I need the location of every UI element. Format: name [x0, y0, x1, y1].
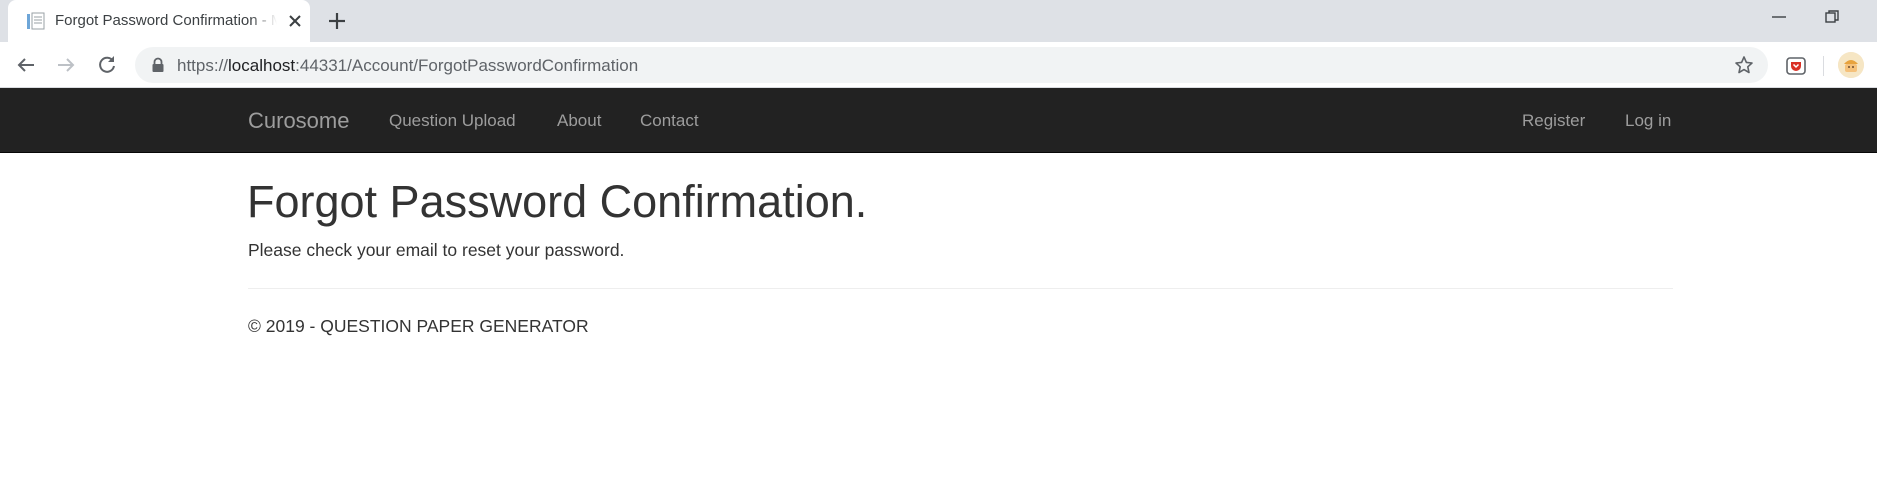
bookmark-star-icon[interactable]: [1734, 55, 1754, 75]
minimize-icon[interactable]: [1770, 8, 1788, 26]
toolbar-separator: [1823, 56, 1824, 76]
url-text[interactable]: https://localhost:44331/Account/ForgotPa…: [177, 56, 638, 76]
pocket-extension-icon[interactable]: [1785, 55, 1807, 77]
url-host: localhost: [228, 56, 296, 75]
browser-tab[interactable]: Forgot Password Confirmation - M: [8, 0, 310, 42]
avatar-icon: [1838, 52, 1864, 78]
close-icon[interactable]: [286, 12, 304, 30]
footer-copyright: © 2019 - QUESTION PAPER GENERATOR: [248, 316, 589, 336]
url-path: :44331/Account/ForgotPasswordConfirmatio…: [295, 56, 639, 75]
tab-title: Forgot Password Confirmation - M: [55, 12, 277, 29]
page-title: Forgot Password Confirmation.: [247, 176, 868, 227]
nav-question-upload[interactable]: Question Upload: [389, 111, 516, 131]
nav-login[interactable]: Log in: [1625, 111, 1671, 131]
nav-register[interactable]: Register: [1522, 111, 1585, 131]
back-arrow-icon[interactable]: [14, 53, 38, 77]
nav-about[interactable]: About: [557, 111, 601, 131]
forward-arrow-icon[interactable]: [54, 53, 78, 77]
nav-contact[interactable]: Contact: [640, 111, 699, 131]
new-tab-plus-icon[interactable]: [326, 10, 348, 32]
brand-link[interactable]: Curosome: [248, 108, 349, 134]
browser-toolbar: https://localhost:44331/Account/ForgotPa…: [0, 42, 1877, 88]
reload-icon[interactable]: [95, 53, 119, 77]
profile-avatar[interactable]: [1838, 52, 1864, 78]
site-navbar: Curosome Question Upload About Contact R…: [0, 88, 1877, 153]
address-bar[interactable]: https://localhost:44331/Account/ForgotPa…: [135, 47, 1768, 83]
browser-tabstrip: Forgot Password Confirmation - M: [0, 0, 1877, 42]
confirmation-message: Please check your email to reset your pa…: [248, 240, 625, 260]
lock-icon[interactable]: [151, 57, 165, 73]
url-scheme: https://: [177, 56, 229, 75]
restore-icon[interactable]: [1824, 9, 1840, 25]
page-icon: [27, 12, 45, 30]
footer-divider: [248, 288, 1673, 289]
